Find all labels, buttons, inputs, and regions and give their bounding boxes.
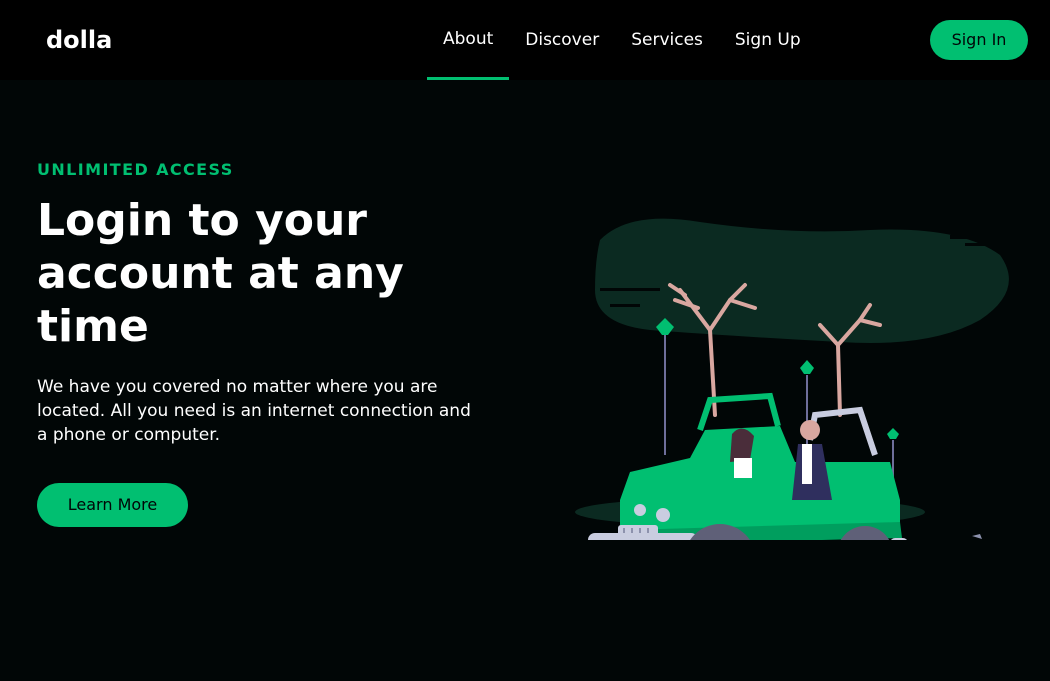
car-illustration-icon xyxy=(575,218,1009,540)
navbar: dolla About Discover Services Sign Up Si… xyxy=(0,0,1050,80)
nav-menu: About Discover Services Sign Up xyxy=(427,0,817,80)
nav-item-discover: Discover xyxy=(509,0,615,80)
nav-link-signup[interactable]: Sign Up xyxy=(719,0,817,80)
hero-top-line: Unlimited Access xyxy=(37,160,234,179)
logo-link[interactable]: dolla xyxy=(46,24,112,56)
signin-button[interactable]: Sign In xyxy=(930,20,1028,60)
hero-subtitle: We have you covered no matter where you … xyxy=(37,377,471,445)
hero-heading: Login to your account at any time xyxy=(37,195,404,352)
nav-link-services[interactable]: Services xyxy=(615,0,719,80)
nav-item-signup: Sign Up xyxy=(719,0,817,80)
nav-link-about[interactable]: About xyxy=(427,0,510,80)
learn-more-button[interactable]: Learn More xyxy=(37,483,188,527)
nav-item-about: About xyxy=(427,0,510,80)
nav-item-services: Services xyxy=(615,0,719,80)
nav-link-discover[interactable]: Discover xyxy=(509,0,615,80)
hero-section: Unlimited Access Login to your account a… xyxy=(0,80,1050,681)
